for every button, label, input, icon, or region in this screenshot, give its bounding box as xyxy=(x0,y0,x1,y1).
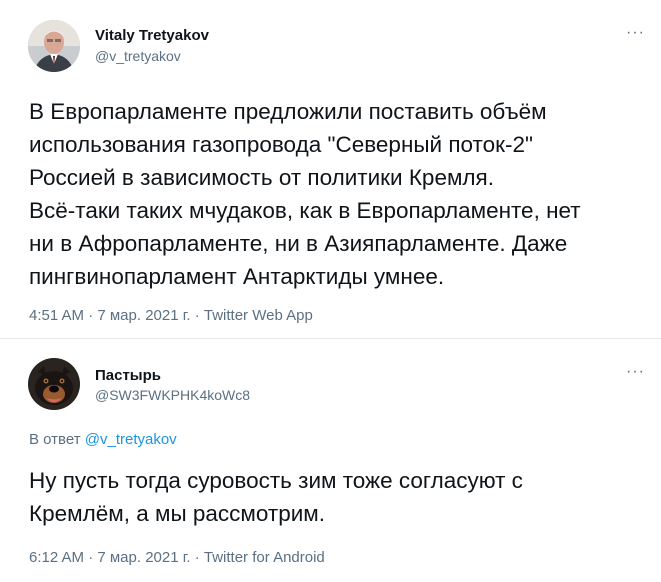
author-avatar[interactable] xyxy=(28,358,80,410)
avatar-photo xyxy=(28,20,80,72)
author-handle[interactable]: @SW3FWKPHK4koWc8 xyxy=(95,387,250,403)
tweet-meta[interactable]: 4:51 AM · 7 мар. 2021 г. · Twitter Web A… xyxy=(29,307,313,324)
author-name[interactable]: Пастырь xyxy=(95,367,161,384)
tweet-reply: Пастырь @SW3FWKPHK4koWc8 ··· В ответ @v_… xyxy=(0,339,661,582)
reply-prefix: В ответ xyxy=(29,431,81,448)
author-avatar[interactable] xyxy=(28,20,80,72)
tweet-text: В Европарламенте предложили поставить об… xyxy=(29,99,581,289)
author-name[interactable]: Vitaly Tretyakov xyxy=(95,27,209,44)
avatar-dog-photo xyxy=(28,358,80,410)
tweet-text: Ну пусть тогда суровость зим тоже соглас… xyxy=(29,468,523,526)
tweet-original: Vitaly Tretyakov @v_tretyakov ··· В Евро… xyxy=(0,0,661,338)
tweet-meta[interactable]: 6:12 AM · 7 мар. 2021 г. · Twitter for A… xyxy=(29,549,325,566)
more-options-icon[interactable]: ··· xyxy=(626,363,645,381)
author-handle[interactable]: @v_tretyakov xyxy=(95,48,181,64)
more-options-icon[interactable]: ··· xyxy=(626,24,645,42)
reply-mention-link[interactable]: @v_tretyakov xyxy=(85,431,177,448)
reply-context: В ответ @v_tretyakov xyxy=(29,431,177,448)
